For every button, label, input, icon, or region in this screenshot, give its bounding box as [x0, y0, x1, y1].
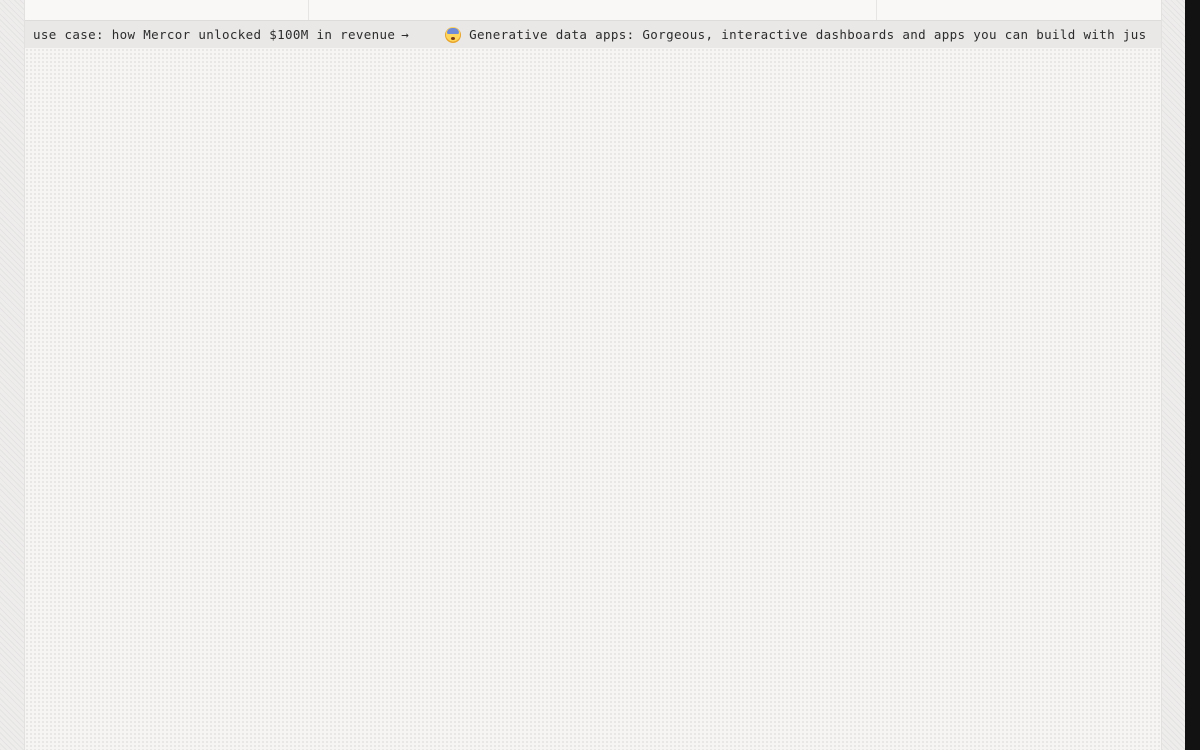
exploding-head-emoji-icon: [445, 26, 462, 43]
scrollbar-thumb[interactable]: [1185, 0, 1200, 110]
arrow-right-icon: →: [401, 27, 410, 42]
left-hatched-gutter: [0, 0, 25, 750]
page-scrollbar[interactable]: [1185, 0, 1200, 750]
header-divider: [308, 0, 309, 20]
right-hatched-gutter: [1161, 0, 1186, 750]
main-dotted-canvas: [25, 48, 1161, 750]
announcement-ticker: use case: how Mercor unlocked $100M in r…: [25, 20, 1161, 49]
ticker-track: use case: how Mercor unlocked $100M in r…: [33, 21, 1161, 48]
header-divider: [876, 0, 877, 20]
ticker-item-text: Generative data apps: Gorgeous, interact…: [469, 27, 1147, 42]
top-header-band: [25, 0, 1161, 20]
ticker-item-text: use case: how Mercor unlocked $100M in r…: [33, 27, 396, 42]
ticker-link-generative-data-apps[interactable]: Generative data apps: Gorgeous, interact…: [445, 26, 1147, 43]
page: use case: how Mercor unlocked $100M in r…: [0, 0, 1200, 750]
ticker-link-mercor-use-case[interactable]: use case: how Mercor unlocked $100M in r…: [33, 27, 409, 42]
